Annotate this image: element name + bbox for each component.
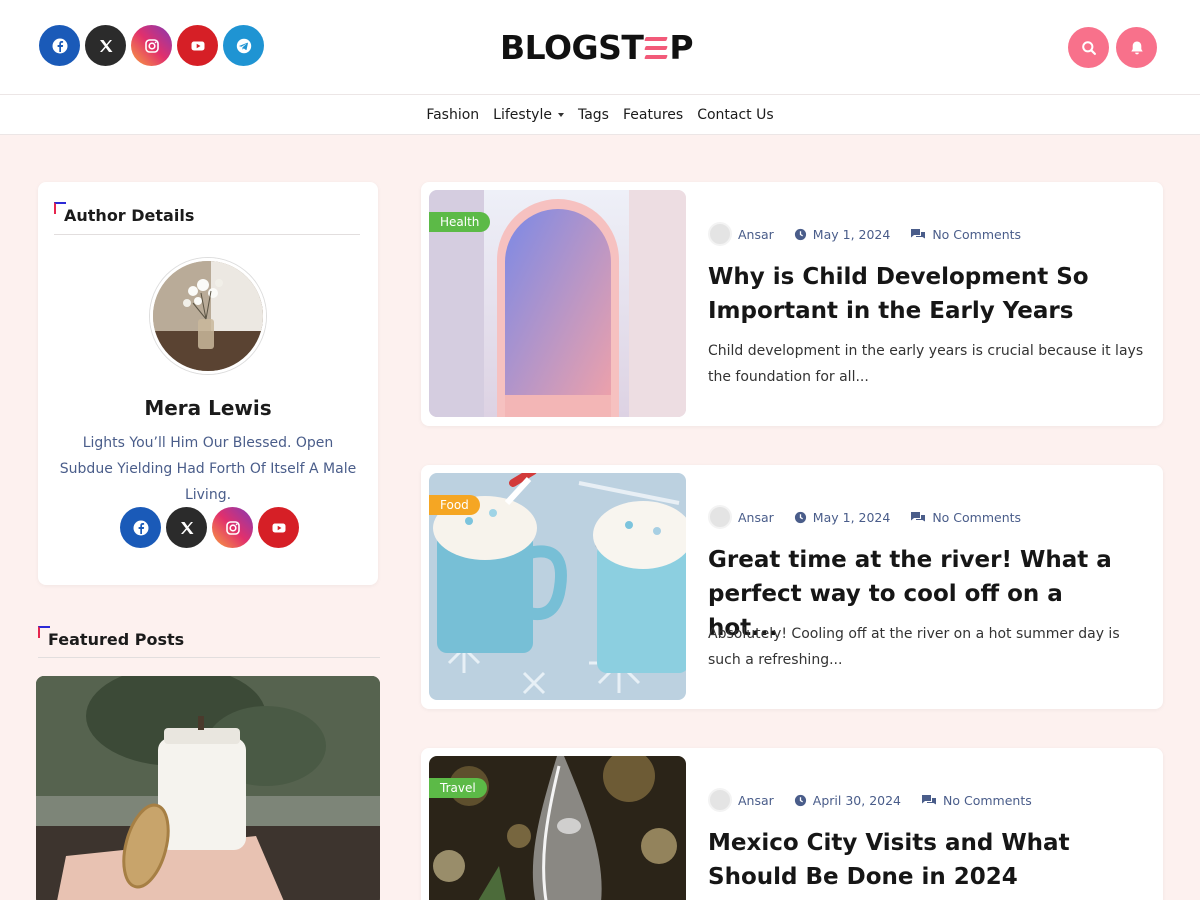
clock-icon — [794, 794, 806, 806]
x-icon[interactable] — [85, 25, 126, 66]
site-logo[interactable]: BLOGST P — [500, 28, 694, 67]
author-avatar-icon — [708, 222, 732, 246]
post-card: Food Ansar May 1, 2024 No Comments Great… — [421, 465, 1163, 709]
youtube-icon[interactable] — [177, 25, 218, 66]
nav-item-features[interactable]: Features — [623, 107, 683, 123]
author-avatar-icon — [708, 505, 732, 529]
clock-icon — [794, 511, 806, 523]
post-excerpt: Absolutely! Cooling off at the river on … — [708, 626, 1120, 668]
bell-icon — [1130, 41, 1143, 54]
author-avatar-icon — [708, 788, 732, 812]
nav-item-contact[interactable]: Contact Us — [697, 107, 773, 123]
author-social-links — [120, 507, 299, 548]
post-card: Travel Ansar April 30, 2024 No Comments … — [421, 748, 1163, 900]
clock-icon — [794, 228, 806, 240]
nav-label: Contact Us — [697, 106, 774, 123]
post-author[interactable]: Ansar — [738, 793, 774, 808]
post-date[interactable]: May 1, 2024 — [813, 227, 891, 242]
comments-icon — [922, 794, 937, 804]
nav-label: Fashion — [426, 106, 480, 123]
post-date[interactable]: May 1, 2024 — [813, 510, 891, 525]
nav-label: Features — [622, 106, 684, 123]
nav-item-fashion[interactable]: Fashion — [426, 107, 479, 123]
search-button[interactable] — [1068, 27, 1109, 68]
category-badge[interactable]: Travel — [429, 778, 487, 798]
post-meta: Ansar May 1, 2024 No Comments — [708, 222, 1021, 246]
post-meta: Ansar May 1, 2024 No Comments — [708, 505, 1021, 529]
featured-post-image[interactable] — [36, 676, 380, 900]
author-name[interactable]: Mera Lewis — [38, 396, 378, 420]
featured-posts-title: Featured Posts — [38, 626, 184, 649]
nav-label: Tags — [577, 106, 609, 123]
divider — [54, 234, 360, 235]
post-thumbnail[interactable]: Travel — [429, 756, 686, 900]
author-avatar — [150, 258, 266, 374]
notification-button[interactable] — [1116, 27, 1157, 68]
widget-title: Author Details — [54, 202, 194, 225]
post-author[interactable]: Ansar — [738, 227, 774, 242]
logo-e-mark — [644, 36, 669, 59]
post-meta: Ansar April 30, 2024 No Comments — [708, 788, 1032, 812]
main-nav: Fashion Lifestyle Tags Features Contact … — [0, 95, 1200, 135]
facebook-icon[interactable] — [120, 507, 161, 548]
header-social-links — [39, 25, 264, 66]
comments-icon — [911, 511, 926, 521]
nav-item-tags[interactable]: Tags — [578, 107, 609, 123]
category-badge[interactable]: Food — [429, 495, 480, 515]
logo-text: BLOGST — [500, 28, 644, 67]
post-comments[interactable]: No Comments — [943, 793, 1032, 808]
divider — [38, 657, 380, 658]
nav-item-lifestyle[interactable]: Lifestyle — [493, 107, 564, 123]
instagram-icon[interactable] — [212, 507, 253, 548]
post-comments[interactable]: No Comments — [932, 227, 1021, 242]
post-title[interactable]: Why is Child Development So Important in… — [708, 260, 1138, 328]
post-title[interactable]: Mexico City Visits and What Should Be Do… — [708, 826, 1138, 894]
telegram-icon[interactable] — [223, 25, 264, 66]
author-details-widget: Author Details Mera Lewis Lights You’ll … — [38, 182, 378, 585]
comments-icon — [911, 228, 926, 238]
nav-label: Lifestyle — [493, 106, 552, 123]
category-badge[interactable]: Health — [429, 212, 491, 232]
x-icon[interactable] — [166, 507, 207, 548]
post-thumbnail[interactable]: Food — [429, 473, 686, 700]
caret-down-icon — [557, 112, 564, 117]
search-icon — [1081, 40, 1096, 55]
post-excerpt: Child development in the early years is … — [708, 343, 1144, 385]
post-thumbnail[interactable]: Health — [429, 190, 686, 417]
post-comments[interactable]: No Comments — [932, 510, 1021, 525]
site-header: BLOGST P — [0, 0, 1200, 95]
post-author[interactable]: Ansar — [738, 510, 774, 525]
post-card: Health Ansar May 1, 2024 No Comments Why… — [421, 182, 1163, 426]
youtube-icon[interactable] — [258, 507, 299, 548]
facebook-icon[interactable] — [39, 25, 80, 66]
instagram-icon[interactable] — [131, 25, 172, 66]
author-bio: Lights You’ll Him Our Blessed. Open Subd… — [59, 435, 357, 503]
post-date[interactable]: April 30, 2024 — [813, 793, 901, 808]
logo-text-end: P — [669, 28, 694, 67]
